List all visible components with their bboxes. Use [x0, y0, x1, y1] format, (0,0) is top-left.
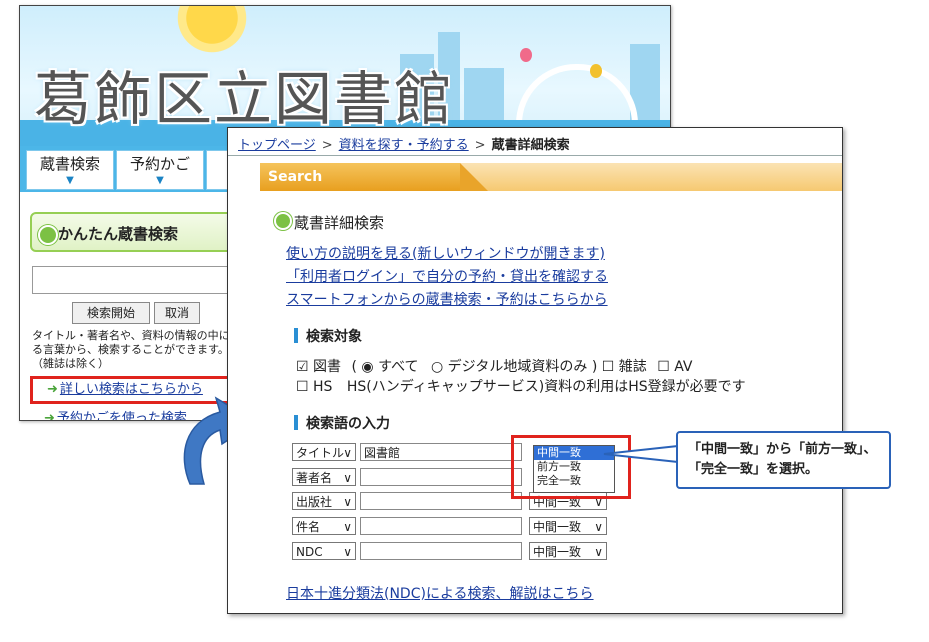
green-arrow-icon: ➜	[47, 382, 58, 397]
green-arrow-icon: ➜	[44, 411, 55, 421]
digital-radio-icon[interactable]: ○	[431, 359, 443, 375]
select-value: NDC	[296, 545, 323, 559]
magazines-checkbox-icon[interactable]: ☐	[602, 359, 615, 375]
breadcrumb-top[interactable]: トップページ	[238, 138, 316, 153]
select-value: 件名	[296, 520, 321, 534]
chevron-down-icon: ∨	[343, 495, 352, 509]
breadcrumb-find[interactable]: 資料を探す・予約する	[339, 138, 469, 153]
site-banner: 葛飾区立図書館	[20, 6, 670, 146]
chevron-down-icon: ∨	[343, 520, 352, 534]
cart-search-link[interactable]: 予約かごを使った検索	[57, 411, 187, 420]
select-value: 中間一致	[533, 545, 582, 559]
magazines-label: 雑誌	[618, 359, 647, 375]
term-input-subject[interactable]	[360, 517, 522, 535]
chevron-down-icon: ∨	[343, 545, 352, 559]
green-dot-icon	[38, 225, 58, 245]
select-value: 出版社	[296, 495, 333, 509]
breadcrumb-separator: >	[321, 138, 333, 153]
field-select-publisher[interactable]: 出版社 ∨	[292, 492, 356, 510]
field-select-ndc[interactable]: NDC ∨	[292, 542, 356, 560]
chevron-down-icon: ∨	[343, 446, 352, 460]
nav-label: 蔵書検索	[39, 155, 100, 173]
paren-close: )	[591, 359, 598, 375]
balloon-icon	[520, 48, 532, 62]
balloon-icon	[590, 64, 602, 78]
select-value: タイトル	[296, 446, 345, 460]
nav-label: 予約かご	[129, 155, 190, 173]
chevron-down-icon: ∨	[594, 545, 603, 559]
section-bar-icon	[294, 415, 298, 430]
section-heading-text: 検索対象	[306, 329, 362, 345]
field-select-title[interactable]: タイトル ∨	[292, 443, 356, 461]
tab-search[interactable]: Search	[260, 163, 488, 191]
av-checkbox-icon[interactable]: ☐	[657, 359, 670, 375]
login-link[interactable]: 「利用者ログイン」で自分の予約・貸出を確認する	[286, 266, 608, 286]
page-title-text: 蔵書詳細検索	[294, 214, 385, 232]
chevron-down-icon: ∨	[343, 471, 352, 485]
books-checkbox-icon[interactable]: ☑	[296, 359, 309, 375]
breadcrumb-current: 蔵書詳細検索	[491, 138, 570, 153]
av-label: AV	[674, 359, 693, 375]
easy-search-panel: かんたん蔵書検索 検索開始 取消 タイトル・著者名や、資料の情報の中にある言葉か…	[30, 212, 250, 421]
page-title: 蔵書詳細検索	[274, 212, 384, 233]
target-section-heading: 検索対象	[294, 326, 362, 346]
callout-pointer	[603, 444, 679, 464]
easy-search-input[interactable]	[32, 266, 244, 294]
field-select-author[interactable]: 著者名 ∨	[292, 468, 356, 486]
breadcrumb: トップページ > 資料を探す・予約する > 蔵書詳細検索	[238, 134, 570, 153]
term-input-author[interactable]	[360, 468, 522, 486]
term-input-ndc[interactable]	[360, 542, 522, 560]
hs-label: HS	[313, 379, 333, 395]
detail-search-window: トップページ > 資料を探す・予約する > 蔵書詳細検索 Search 蔵書詳細検索 使…	[227, 127, 843, 614]
chevron-down-icon: ∨	[594, 520, 603, 534]
library-logo-title[interactable]: 葛飾区立図書館	[34, 52, 454, 136]
target-row-2: ☐ HS HS(ハンディキャップサービス)資料の利用はHS登録が必要です	[296, 376, 746, 396]
divider	[228, 155, 842, 156]
paren-open: (	[351, 359, 357, 375]
nav-collection-search[interactable]: 蔵書検索 ▼	[26, 150, 114, 190]
select-value: 著者名	[296, 471, 333, 485]
help-link[interactable]: 使い方の説明を見る(新しいウィンドウが開きます)	[286, 243, 605, 263]
nav-reservation-cart[interactable]: 予約かご ▼	[116, 150, 204, 190]
all-radio-icon[interactable]: ◉	[361, 359, 373, 375]
hs-note: HS(ハンディキャップサービス)資料の利用はHS登録が必要です	[346, 379, 746, 395]
books-label: 図書	[313, 359, 342, 375]
breadcrumb-separator: >	[474, 138, 486, 153]
target-row-1: ☑ 図書 ( ◉ すべて ○ デジタル地域資料のみ ) ☐ 雑誌 ☐ AV	[296, 356, 693, 376]
hs-checkbox-icon[interactable]: ☐	[296, 379, 309, 395]
terms-section-heading: 検索語の入力	[294, 413, 390, 433]
green-dot-icon	[274, 212, 292, 230]
easy-search-title: かんたん蔵書検索	[58, 225, 179, 243]
cancel-button[interactable]: 取消	[154, 302, 200, 324]
field-select-subject[interactable]: 件名 ∨	[292, 517, 356, 535]
ndc-link[interactable]: 日本十進分類法(NDC)による検索、解説はこちら	[286, 583, 594, 603]
chevron-down-icon: ▼	[156, 175, 164, 186]
easy-search-description: タイトル・著者名や、資料の情報の中にある言葉から、検索することができます。（雑誌…	[32, 329, 241, 370]
callout-note: 「中間一致」から「前方一致」、「完全一致」を選択。	[676, 431, 891, 489]
easy-search-heading: かんたん蔵書検索	[30, 212, 236, 252]
smartphone-link[interactable]: スマートフォンからの蔵書検索・予約はこちらから	[286, 289, 608, 309]
search-start-button[interactable]: 検索開始	[72, 302, 150, 324]
term-input-title[interactable]: 図書館	[360, 443, 522, 461]
section-bar-icon	[294, 328, 298, 343]
building-illustration	[464, 68, 504, 124]
sun-illustration	[172, 6, 252, 58]
chevron-down-icon: ▼	[66, 175, 74, 186]
term-input-publisher[interactable]	[360, 492, 522, 510]
match-select-ndc[interactable]: 中間一致 ∨	[529, 542, 607, 560]
section-heading-text: 検索語の入力	[306, 416, 390, 432]
all-label: すべて	[378, 359, 419, 375]
digital-label: デジタル地域資料のみ	[447, 359, 588, 375]
select-value: 中間一致	[533, 520, 582, 534]
cart-search-link-row: ➜ 予約かごを使った検索	[44, 407, 187, 421]
match-select-subject[interactable]: 中間一致 ∨	[529, 517, 607, 535]
